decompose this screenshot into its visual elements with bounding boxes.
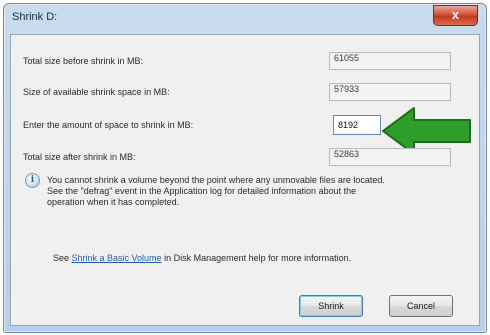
- shrink-button-label: Shrink: [318, 301, 344, 311]
- close-icon: x: [451, 7, 460, 22]
- shrink-amount-label: Enter the amount of space to shrink in M…: [23, 120, 194, 130]
- available-space-value-box: 57933: [329, 83, 451, 101]
- help-text: See Shrink a Basic Volume in Disk Manage…: [53, 253, 351, 263]
- info-line-1: You cannot shrink a volume beyond the po…: [47, 175, 385, 185]
- total-after-value-box: 52863: [329, 148, 451, 166]
- info-icon: i: [25, 173, 40, 188]
- total-before-value-box: 61055: [329, 52, 451, 70]
- help-prefix: See: [53, 253, 72, 263]
- shrink-amount-input[interactable]: 8192: [333, 115, 381, 135]
- available-space-value: 57933: [334, 84, 360, 94]
- title-bar[interactable]: Shrink D: x: [4, 4, 486, 32]
- info-line-3: operation when it has completed.: [47, 197, 180, 207]
- total-before-value: 61055: [334, 53, 360, 63]
- help-suffix: in Disk Management help for more informa…: [161, 253, 352, 263]
- shrink-dialog: Shrink D: x Total size before shrink in …: [3, 3, 487, 333]
- total-before-label: Total size before shrink in MB:: [23, 56, 144, 66]
- dialog-body: Total size before shrink in MB: 61055 Si…: [10, 34, 480, 326]
- close-button[interactable]: x: [433, 5, 478, 26]
- total-after-value: 52863: [334, 149, 360, 159]
- info-line-2: See the "defrag" event in the Applicatio…: [47, 186, 357, 196]
- help-link-shrink-basic-volume[interactable]: Shrink a Basic Volume: [72, 253, 162, 263]
- info-message: You cannot shrink a volume beyond the po…: [47, 175, 467, 208]
- shrink-button[interactable]: Shrink: [299, 295, 363, 317]
- cancel-button-label: Cancel: [406, 301, 435, 311]
- dialog-title: Shrink D:: [12, 11, 58, 23]
- total-after-label: Total size after shrink in MB:: [23, 152, 136, 162]
- cancel-button[interactable]: Cancel: [389, 295, 453, 317]
- available-space-label: Size of available shrink space in MB:: [23, 87, 170, 97]
